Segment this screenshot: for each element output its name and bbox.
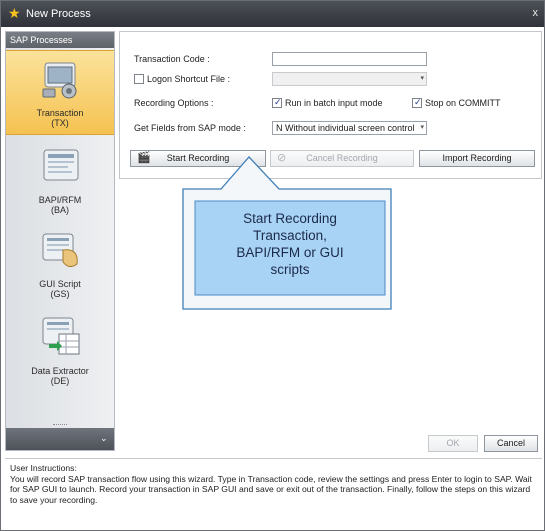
sap-processes-sidebar: SAP Processes Transaction (TX) BAPI/RFM … (5, 31, 115, 451)
sidebar-item-sublabel: (TX) (51, 118, 69, 128)
sidebar-item-transaction[interactable]: Transaction (TX) (6, 50, 114, 135)
sidebar-item-sublabel: (GS) (50, 289, 70, 299)
callout-line: BAPI/RFM or GUI (236, 245, 344, 260)
instructions-title: User Instructions: (10, 463, 77, 473)
batch-input-checkbox[interactable] (272, 97, 282, 108)
batch-input-label: Run in batch input mode (285, 98, 383, 108)
splitter-grip[interactable] (53, 424, 67, 427)
stop-commit-label: Stop on COMMITT (425, 98, 501, 108)
sidebar-item-bapi[interactable]: BAPI/RFM (BA) (6, 138, 114, 218)
chevron-down-icon: ▾ (420, 124, 424, 131)
callout-text: Start Recording Transaction, BAPI/RFM or… (195, 210, 385, 278)
transaction-icon (42, 62, 77, 99)
title-bar: ★ New Process x (1, 1, 544, 27)
chevron-down-icon[interactable]: ⌄ (100, 433, 108, 444)
sidebar-item-gui-script[interactable]: GUI Script (GS) (6, 222, 114, 302)
ok-button[interactable]: OK (428, 435, 478, 452)
cancel-button[interactable]: Cancel (484, 435, 538, 452)
sidebar-header: SAP Processes (6, 32, 114, 48)
get-fields-select[interactable]: N Without individual screen control ▾ (272, 121, 427, 135)
callout-line: Start Recording (243, 211, 337, 226)
new-process-window: ★ New Process x SAP Processes Transactio… (0, 0, 545, 531)
callout-line: scripts (270, 262, 310, 277)
get-fields-label: Get Fields from SAP mode : (134, 123, 246, 133)
sidebar-item-sublabel: (DE) (50, 376, 70, 386)
logon-shortcut-checkbox[interactable] (134, 74, 144, 84)
get-fields-value: N Without individual screen control (276, 123, 415, 133)
sidebar-footer[interactable]: ⌄ (6, 424, 114, 450)
logon-shortcut-field: ▾ (272, 72, 427, 86)
sidebar-item-data-extractor[interactable]: Data Extractor (DE) (6, 308, 114, 392)
callout-line: Transaction, (253, 228, 327, 243)
close-icon[interactable]: x (533, 7, 539, 19)
chevron-down-icon: ▾ (420, 75, 424, 82)
star-icon: ★ (8, 5, 21, 21)
clapperboard-icon: 🎬 (137, 152, 151, 164)
sidebar-item-sublabel: (BA) (51, 205, 69, 215)
import-recording-button[interactable]: Import Recording (419, 150, 535, 167)
window-title: New Process (26, 8, 91, 20)
transaction-code-input[interactable] (272, 52, 427, 66)
import-recording-label: Import Recording (442, 153, 512, 163)
gui-script-icon (42, 233, 78, 268)
transaction-code-label: Transaction Code : (134, 54, 210, 64)
stop-commit-checkbox[interactable] (412, 97, 422, 108)
instructions-text: You will record SAP transaction flow usi… (10, 473, 532, 505)
recording-options-label: Recording Options : (134, 98, 214, 108)
user-instructions: User Instructions: You will record SAP t… (5, 458, 542, 528)
logon-shortcut-label: Logon Shortcut File : (147, 74, 231, 84)
bapi-icon (43, 149, 79, 181)
data-extractor-icon (42, 317, 80, 355)
